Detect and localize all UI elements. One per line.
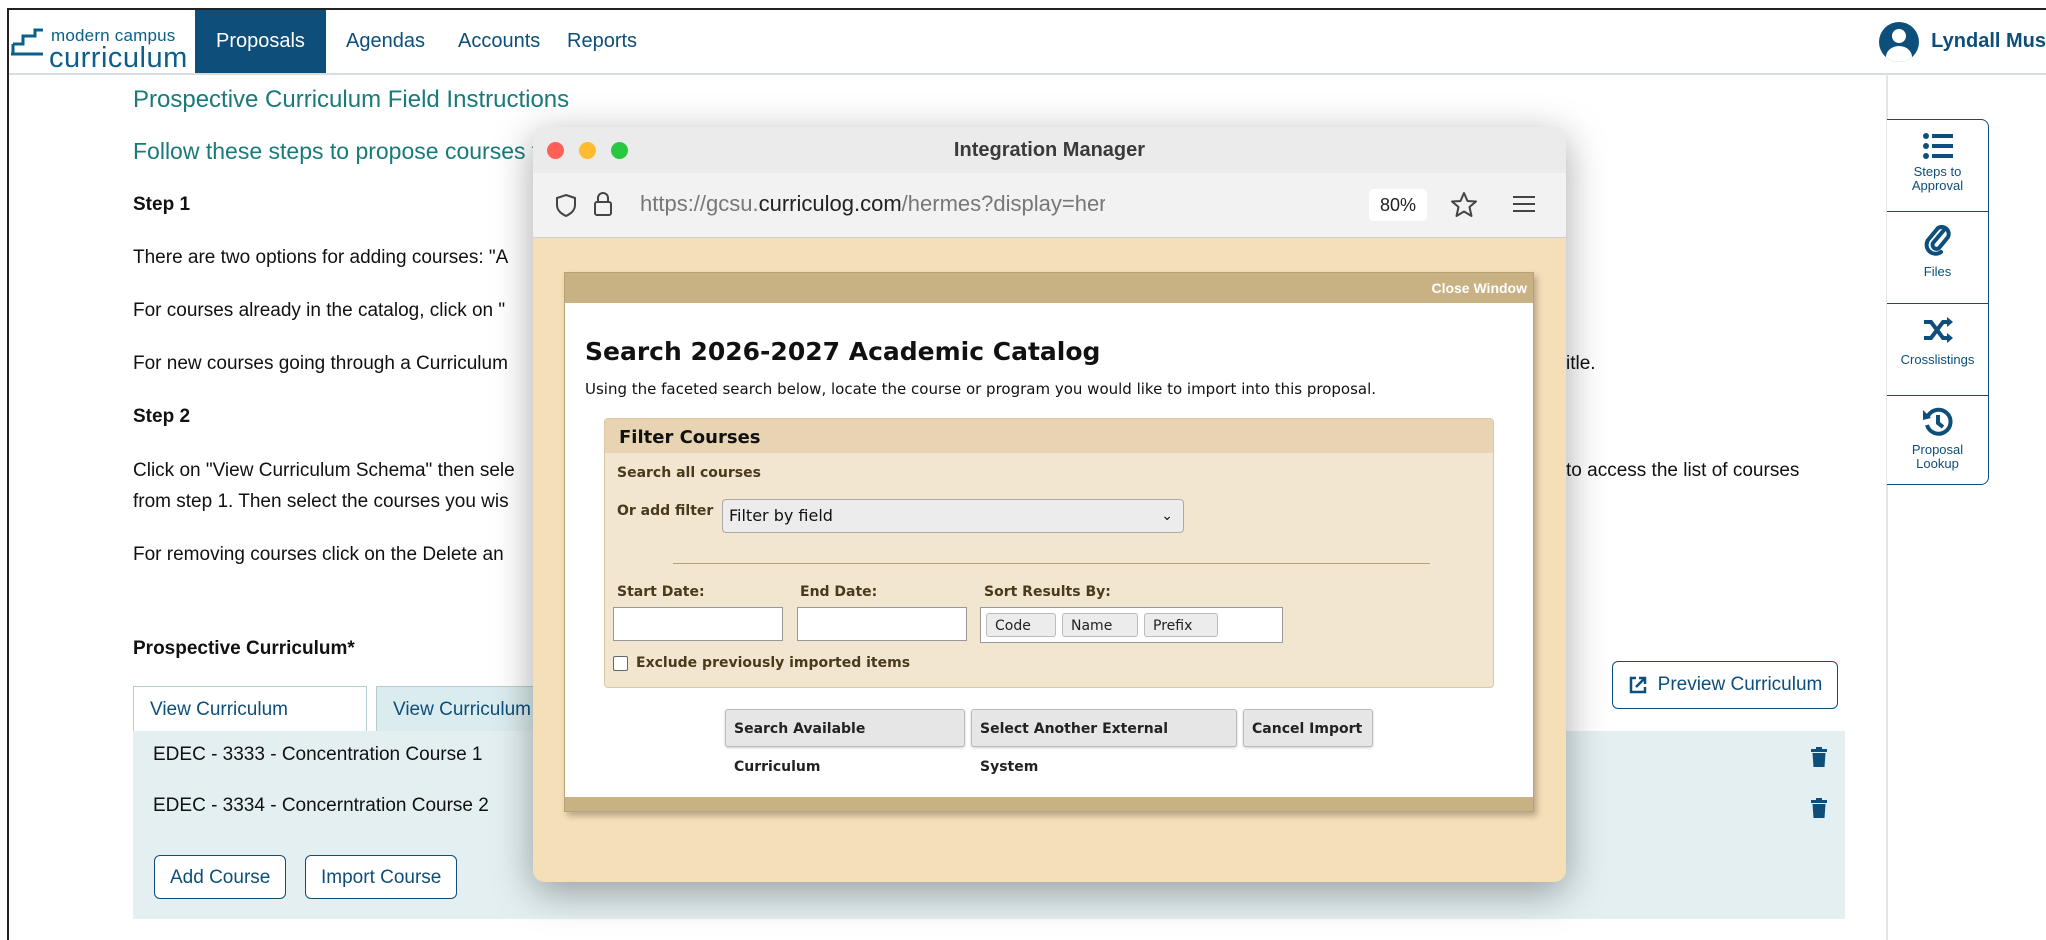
side-separator: [1887, 395, 1988, 396]
page-subtitle: Follow these steps to propose courses to: [133, 138, 552, 164]
nav-agendas[interactable]: Agendas: [325, 10, 446, 73]
brand-big-text: curriculum: [49, 42, 188, 74]
side-separator: [1887, 303, 1988, 304]
side-separator: [1887, 211, 1988, 212]
sort-name-chip[interactable]: Name: [1062, 613, 1138, 637]
lock-icon[interactable]: [593, 191, 613, 217]
filter-heading: Filter Courses: [619, 427, 761, 448]
search-all-courses-link[interactable]: Search all courses: [617, 465, 761, 481]
add-course-button[interactable]: Add Course: [154, 855, 287, 899]
page-title: Prospective Curriculum Field Instruction…: [133, 86, 570, 113]
user-name: Lyndall Mus: [1931, 30, 2046, 52]
select-external-system-button[interactable]: Select Another External System: [971, 709, 1237, 775]
chevron-down-icon: ⌄: [1161, 508, 1173, 524]
modal-title: Search 2026-2027 Academic Catalog: [585, 337, 1101, 366]
step2-paragraph-2: from step 1. Then select the courses you…: [133, 491, 509, 512]
modal-footer-band: [565, 797, 1533, 811]
step1-paragraph-3: For new courses going through a Curricul…: [133, 353, 508, 374]
filter-courses-panel: Filter Courses Search all courses Or add…: [604, 418, 1494, 688]
nav-reports[interactable]: Reports: [546, 10, 658, 73]
delete-course-2-icon[interactable]: [1811, 798, 1827, 818]
side-crosslistings[interactable]: Crosslistings: [1887, 316, 1988, 367]
external-link-icon: [1629, 676, 1646, 694]
zoom-level[interactable]: 80%: [1369, 189, 1427, 221]
side-steps-label: Steps to Approval: [1911, 164, 1964, 193]
filter-by-field-select[interactable]: Filter by field ⌄: [722, 499, 1184, 533]
side-files[interactable]: Files: [1887, 224, 1988, 279]
modal-header-band: Close Window: [565, 273, 1533, 303]
prospective-curriculum-label: Prospective Curriculum*: [133, 638, 355, 659]
modal-description: Using the faceted search below, locate t…: [585, 380, 1377, 398]
paperclip-icon: [1924, 224, 1951, 256]
step1-paragraph-3-tail: itle.: [1566, 353, 1596, 374]
step2-paragraph-1-tail: to access the list of courses: [1566, 460, 1800, 481]
side-steps-to-approval[interactable]: Steps to Approval: [1887, 132, 1988, 193]
url-prefix: https://gcsu.: [640, 191, 759, 216]
history-icon: [1922, 407, 1953, 436]
menu-icon[interactable]: [1513, 195, 1535, 213]
sort-results-box: Code Name Prefix: [980, 607, 1283, 643]
bookmark-star-icon[interactable]: [1450, 191, 1478, 219]
nav-proposals[interactable]: Proposals: [195, 10, 326, 73]
side-files-label: Files: [1923, 264, 1952, 279]
preview-curriculum-button[interactable]: Preview Curriculum: [1612, 661, 1838, 709]
curriculum-logo-icon: [11, 28, 43, 56]
integration-manager-window: Integration Manager https://gcsu.curricu…: [533, 127, 1566, 882]
sort-results-label: Sort Results By:: [984, 584, 1111, 600]
top-nav: modern campus curriculum Proposals Agend…: [9, 10, 2046, 75]
end-date-label: End Date:: [800, 584, 878, 600]
tab-view-curriculum-schema[interactable]: View Curriculum S: [376, 686, 536, 732]
filter-select-value: Filter by field: [729, 506, 833, 525]
preview-curriculum-label: Preview Curriculum: [1657, 674, 1823, 695]
side-proposal-lookup[interactable]: Proposal Lookup: [1887, 406, 1988, 471]
side-panel: Steps to Approval Files Crosslistings Pr…: [1887, 119, 1989, 485]
exclude-imported-label[interactable]: Exclude previously imported items: [636, 655, 910, 671]
filter-header: Filter Courses: [605, 419, 1493, 453]
course-row-2: EDEC - 3334 - Concerntration Course 2: [153, 795, 489, 816]
filter-divider: [673, 563, 1430, 564]
delete-course-1-icon[interactable]: [1811, 747, 1827, 767]
list-icon: [1922, 133, 1953, 159]
step2-paragraph-1: Click on "View Curriculum Schema" then s…: [133, 460, 515, 481]
url-domain: curriculog.com: [758, 191, 902, 216]
close-window-link[interactable]: Close Window: [1431, 280, 1527, 296]
nav-accounts[interactable]: Accounts: [437, 10, 561, 73]
user-menu[interactable]: Lyndall Mus: [1879, 10, 2046, 73]
tab-view-curriculum-courses[interactable]: View Curriculum Courses: [133, 686, 367, 766]
shuffle-icon: [1923, 317, 1953, 343]
end-date-input[interactable]: [797, 607, 967, 641]
step2-heading: Step 2: [133, 406, 191, 427]
brand-logo[interactable]: modern campus curriculum: [9, 22, 194, 74]
exclude-imported-checkbox[interactable]: [613, 656, 628, 671]
sort-code-chip[interactable]: Code: [986, 613, 1056, 637]
window-title: Integration Manager: [953, 139, 1146, 161]
import-modal: Close Window Search 2026-2027 Academic C…: [564, 272, 1534, 812]
url-path: /hermes?display=hermesSearch&method:: [901, 191, 1105, 216]
search-available-curriculum-button[interactable]: Search Available Curriculum: [725, 709, 965, 775]
start-date-label: Start Date:: [617, 584, 705, 600]
step1-heading: Step 1: [133, 194, 191, 215]
sort-prefix-chip[interactable]: Prefix: [1144, 613, 1218, 637]
start-date-input[interactable]: [613, 607, 783, 641]
step1-paragraph-2: For courses already in the catalog, clic…: [133, 300, 506, 321]
user-avatar-icon: [1879, 21, 1920, 62]
or-add-filter-label: Or add filter: [617, 503, 714, 519]
address-bar[interactable]: https://gcsu.curriculog.com/hermes?displ…: [533, 173, 1566, 238]
side-crosslistings-label: Crosslistings: [1900, 352, 1975, 367]
side-proposal-lookup-label: Proposal Lookup: [1911, 442, 1964, 471]
url-text[interactable]: https://gcsu.curriculog.com/hermes?displ…: [640, 191, 1105, 217]
step1-paragraph-1: There are two options for adding courses…: [133, 247, 509, 268]
course-row-1: EDEC - 3333 - Concentration Course 1: [153, 744, 483, 765]
window-titlebar: Integration Manager: [533, 127, 1566, 173]
step2-paragraph-3: For removing courses click on the Delete…: [133, 544, 504, 565]
shield-icon[interactable]: [555, 193, 577, 217]
cancel-import-button[interactable]: Cancel Import: [1243, 709, 1373, 747]
import-course-button[interactable]: Import Course: [305, 855, 458, 899]
